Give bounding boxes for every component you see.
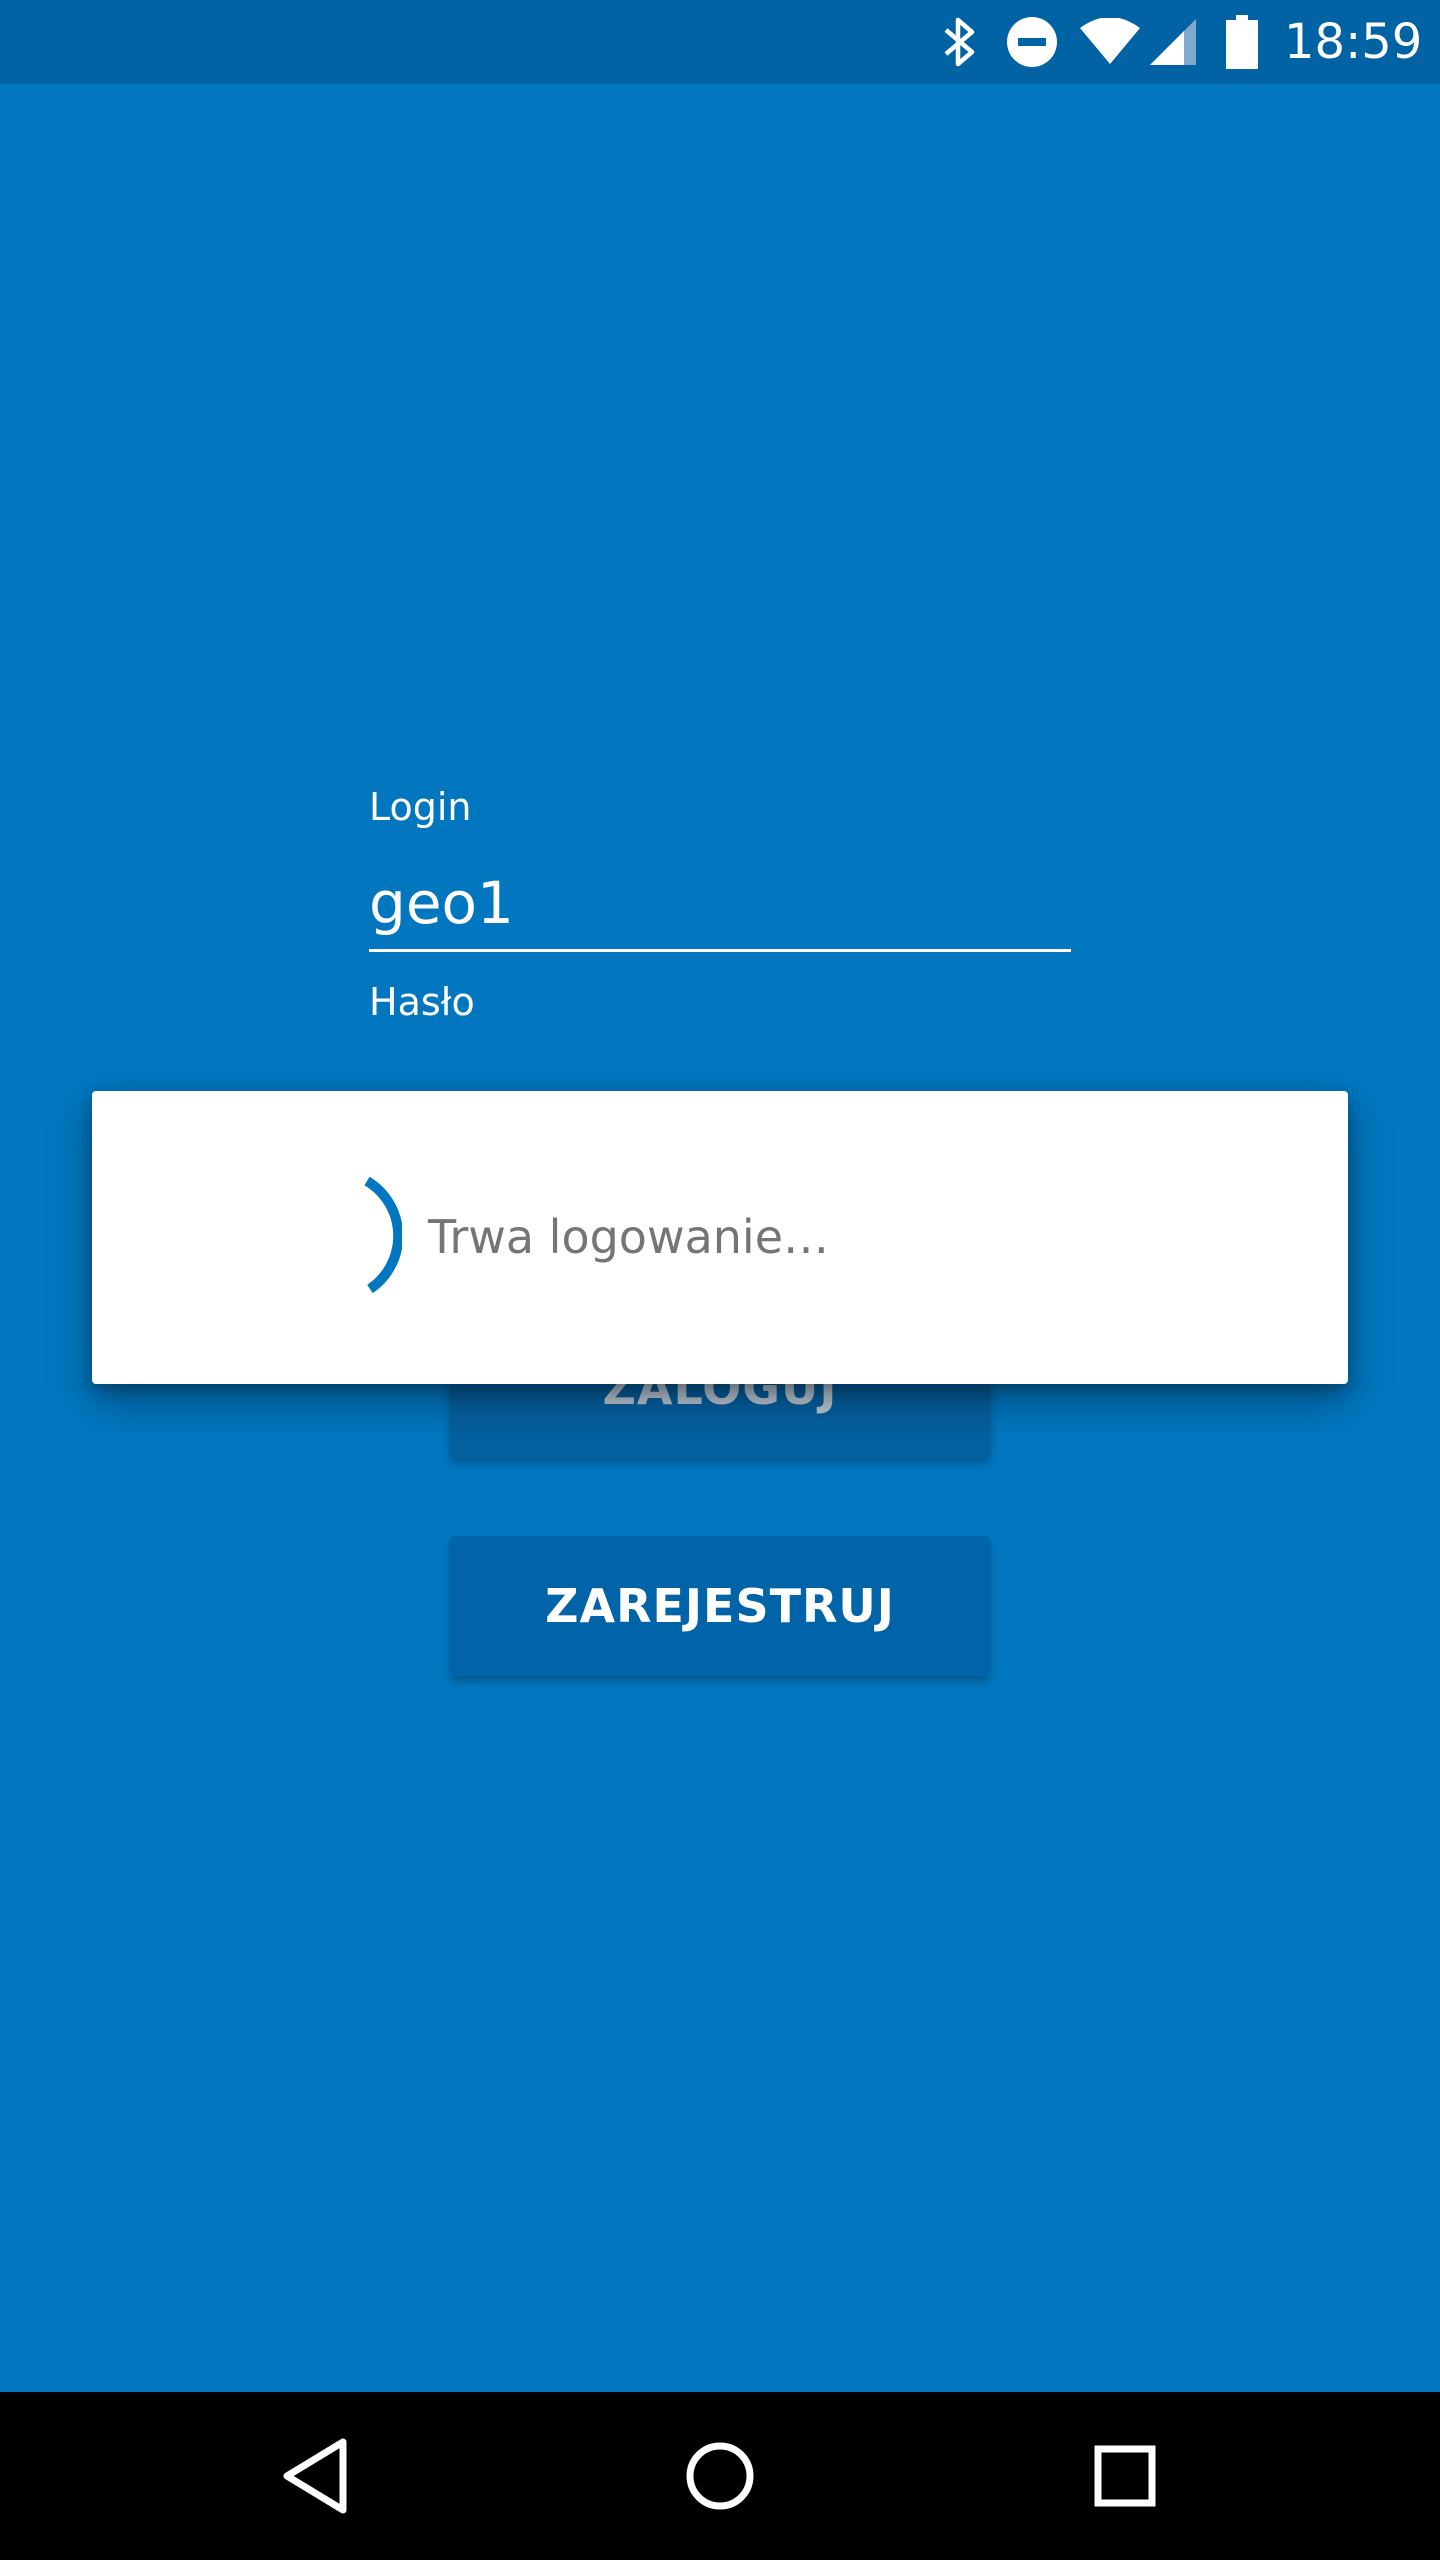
register-button[interactable]: ZAREJESTRUJ xyxy=(450,1536,990,1676)
progress-dialog: Trwa logowanie… xyxy=(92,1091,1348,1384)
password-label: Hasło xyxy=(369,980,475,1024)
navigation-bar xyxy=(0,2392,1440,2560)
cellular-signal-icon xyxy=(1148,0,1200,84)
home-icon[interactable] xyxy=(670,2426,770,2526)
dialog-message: Trwa logowanie… xyxy=(428,1210,829,1264)
loading-spinner-icon xyxy=(262,1171,404,1311)
bluetooth-icon xyxy=(940,0,990,84)
login-input[interactable]: geo1 xyxy=(369,860,1071,952)
clock: 18:59 xyxy=(1284,14,1423,70)
login-label: Login xyxy=(369,785,472,829)
wifi-icon xyxy=(1078,0,1142,84)
recents-icon[interactable] xyxy=(1075,2426,1175,2526)
login-screen: 18:59 Login geo1 Hasło ZALOGUJ ZAREJESTR… xyxy=(0,0,1440,2560)
battery-icon xyxy=(1225,0,1265,84)
back-icon[interactable] xyxy=(266,2426,366,2526)
do-not-disturb-icon xyxy=(1006,0,1062,84)
status-bar: 18:59 xyxy=(0,0,1440,84)
